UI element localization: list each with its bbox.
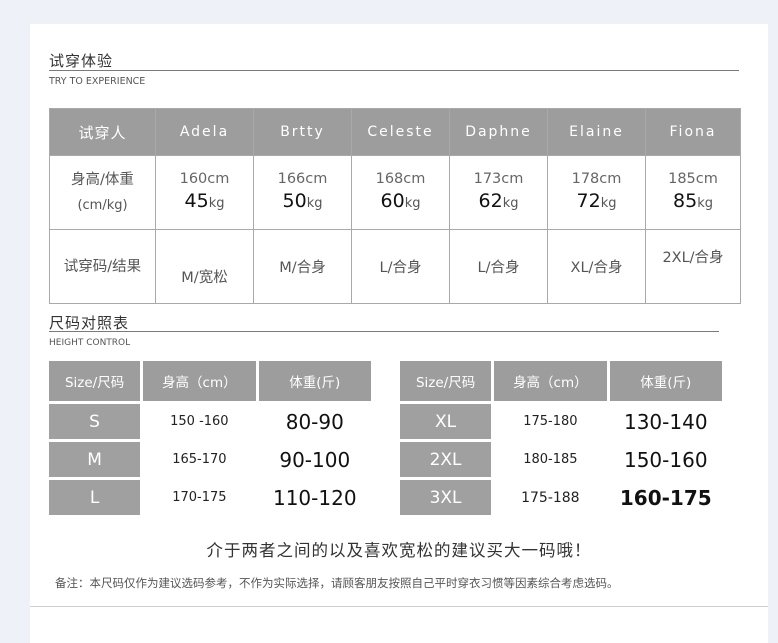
trial-body-cell: 168cm 60kg <box>351 155 450 230</box>
size-table-header: Size/尺码 身高（cm） 体重(斤) <box>49 361 371 401</box>
trial-section-title: 试穿体验 <box>49 52 114 70</box>
fit-result: L/合身 <box>449 229 548 304</box>
bottom-divider <box>30 606 768 607</box>
height-range: 170-175 <box>143 480 256 515</box>
trial-fit-row: 试穿码/结果 M/宽松 M/合身 L/合身 L/合身 XL/合身 2XL/合身 <box>49 229 741 304</box>
trial-header-fiona: Fiona <box>645 108 741 156</box>
trial-header-daphne: Daphne <box>449 108 548 156</box>
header-height: 身高（cm） <box>143 361 256 401</box>
height-range: 150 -160 <box>143 404 256 439</box>
sizing-advice: 介于两者之间的以及喜欢宽松的建议买大一码哦！ <box>206 541 592 560</box>
weight-value: 72 <box>576 190 601 212</box>
trial-header-row: 试穿人 Adela Brtty Celeste Daphne Elaine Fi… <box>49 108 741 156</box>
trial-header-tester: 试穿人 <box>49 108 156 156</box>
size-row: M 165-170 90-100 <box>49 442 371 477</box>
weight-range: 110-120 <box>258 480 371 515</box>
trial-body-cell: 178cm 72kg <box>547 155 646 230</box>
trial-header-elaine: Elaine <box>547 108 646 156</box>
size-label: 3XL <box>400 480 492 515</box>
size-row: XL 175-180 130-140 <box>400 404 722 439</box>
header-size: Size/尺码 <box>400 361 492 401</box>
trial-body-cell: 166cm 50kg <box>253 155 352 230</box>
weight-range: 150-160 <box>609 442 722 477</box>
header-height: 身高（cm） <box>494 361 607 401</box>
weight-value: 45 <box>184 190 209 212</box>
height-value: 160cm <box>179 171 230 187</box>
header-weight: 体重(斤) <box>609 361 722 401</box>
trial-header-brtty: Brtty <box>253 108 352 156</box>
trial-header-celeste: Celeste <box>351 108 450 156</box>
size-row: S 150 -160 80-90 <box>49 404 371 439</box>
fit-result: M/合身 <box>253 229 352 304</box>
fit-result: L/合身 <box>351 229 450 304</box>
trial-body-row: 身高/体重 (cm/kg) 160cm 45kg 166cm 50kg 168c… <box>49 155 741 230</box>
header-weight: 体重(斤) <box>258 361 371 401</box>
fit-result: XL/合身 <box>547 229 646 304</box>
height-value: 178cm <box>571 171 622 187</box>
height-range: 175-188 <box>494 480 607 515</box>
trial-table: 试穿人 Adela Brtty Celeste Daphne Elaine Fi… <box>49 108 741 304</box>
size-table-right: Size/尺码 身高（cm） 体重(斤) XL 175-180 130-140 … <box>397 358 725 518</box>
size-chart-rule <box>49 331 719 332</box>
weight-value: 85 <box>673 190 698 212</box>
height-value: 166cm <box>277 171 328 187</box>
size-label: L <box>49 480 141 515</box>
height-range: 165-170 <box>143 442 256 477</box>
weight-value: 62 <box>478 190 503 212</box>
size-table-left: Size/尺码 身高（cm） 体重(斤) S 150 -160 80-90 M … <box>46 358 374 518</box>
size-label: 2XL <box>400 442 492 477</box>
size-guide-sheet: 试穿体验 TRY TO EXPERIENCE 试穿人 Adela Brtty C… <box>30 24 768 643</box>
size-chart-title: 尺码对照表 <box>49 314 130 332</box>
trial-body-cell: 160cm 45kg <box>155 155 254 230</box>
size-table-header: Size/尺码 身高（cm） 体重(斤) <box>400 361 722 401</box>
disclaimer-note: 备注：本尺码仅作为建议选码参考，不作为实际选择，请顾客朋友按照自己平时穿衣习惯等… <box>55 576 619 590</box>
fit-result: 2XL/合身 <box>645 229 741 304</box>
size-label: S <box>49 404 141 439</box>
size-row: 3XL 175-188 160-175 <box>400 480 722 515</box>
trial-body-cell: 173cm 62kg <box>449 155 548 230</box>
size-row: L 170-175 110-120 <box>49 480 371 515</box>
weight-range: 90-100 <box>258 442 371 477</box>
trial-body-label: 身高/体重 (cm/kg) <box>49 155 156 230</box>
trial-header-adela: Adela <box>155 108 254 156</box>
height-range: 175-180 <box>494 404 607 439</box>
trial-body-cell: 185cm 85kg <box>645 155 741 230</box>
size-row: 2XL 180-185 150-160 <box>400 442 722 477</box>
size-label: XL <box>400 404 492 439</box>
size-label: M <box>49 442 141 477</box>
trial-section-subtitle: TRY TO EXPERIENCE <box>49 76 146 87</box>
header-size: Size/尺码 <box>49 361 141 401</box>
weight-range: 160-175 <box>609 480 722 515</box>
trial-fit-label: 试穿码/结果 <box>49 229 156 304</box>
weight-range: 130-140 <box>609 404 722 439</box>
fit-result: M/宽松 <box>155 229 254 304</box>
weight-value: 50 <box>282 190 307 212</box>
height-value: 168cm <box>375 171 426 187</box>
weight-range: 80-90 <box>258 404 371 439</box>
height-value: 185cm <box>668 171 718 187</box>
trial-section-rule <box>49 70 739 71</box>
size-chart-subtitle: HEIGHT CONTROL <box>49 338 131 348</box>
weight-value: 60 <box>380 190 405 212</box>
height-value: 173cm <box>473 171 524 187</box>
height-range: 180-185 <box>494 442 607 477</box>
